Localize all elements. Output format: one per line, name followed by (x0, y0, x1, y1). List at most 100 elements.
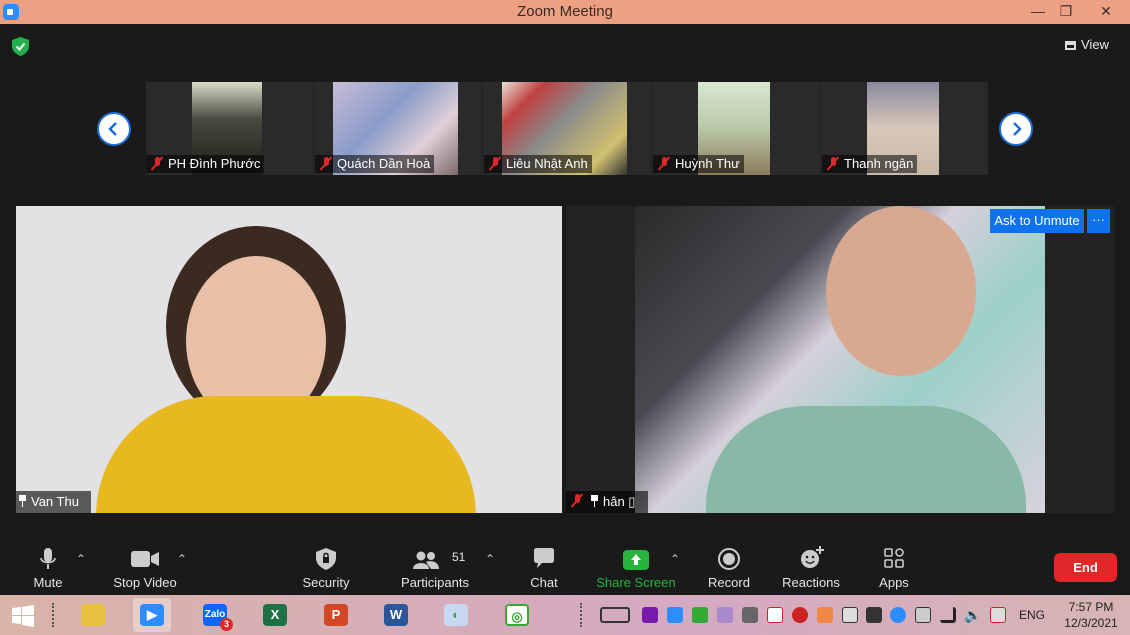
grid-icon (1065, 41, 1076, 50)
chevron-left-icon (108, 122, 117, 136)
restore-button[interactable]: ❐ (1048, 0, 1084, 24)
zoom-tray-icon[interactable] (667, 607, 683, 623)
ask-to-unmute-button[interactable]: Ask to Unmute (990, 209, 1084, 233)
clock-time: 7:57 PM (1068, 600, 1114, 614)
zoom-app[interactable]: ▶ (133, 598, 171, 632)
browser-icon: ◎ (505, 604, 529, 626)
paint-app[interactable]: ◐ (437, 598, 475, 632)
app-tray-icon[interactable] (866, 607, 882, 623)
word-app[interactable]: W (377, 598, 415, 632)
app-tray-icon[interactable] (890, 607, 906, 623)
app-tray-icon[interactable] (792, 607, 808, 623)
app-tray-icon[interactable] (692, 607, 708, 623)
chat-button[interactable]: Chat (520, 538, 568, 595)
participant-name-label: Quách Dần Hoà (315, 155, 435, 173)
pin-icon (590, 495, 599, 507)
microphone-icon (40, 548, 56, 569)
meeting-toolbar: Mute ⌃ Stop Video ⌃ Security 51 Particip… (0, 538, 1130, 595)
mic-muted-icon (828, 157, 838, 171)
mic-muted-icon (659, 157, 669, 171)
participant-name-label: hân ▯ (566, 491, 648, 513)
pin-icon (18, 495, 27, 507)
chevron-right-icon (1013, 122, 1022, 136)
security-button[interactable]: Security (296, 538, 356, 595)
participant-thumb[interactable]: Thanh ngân (822, 82, 988, 175)
vivaldi-icon[interactable] (767, 607, 783, 623)
notification-badge: 3 (220, 618, 233, 631)
windows-start-icon[interactable] (12, 605, 34, 627)
share-screen-icon (623, 550, 649, 570)
zoom-icon: ▶ (140, 604, 164, 626)
keyboard-icon[interactable] (600, 607, 630, 623)
chat-bubble-icon (534, 548, 554, 568)
participants-icon (413, 551, 439, 569)
video-options-caret[interactable]: ⌃ (177, 552, 187, 566)
end-meeting-button[interactable]: End (1054, 553, 1117, 582)
excel-app[interactable]: X (256, 598, 294, 632)
participant-thumb[interactable]: Liêu Nhật Anh (484, 82, 650, 175)
taskbar-gripper (52, 603, 58, 627)
apps-button[interactable]: Apps (873, 538, 915, 595)
apps-icon (884, 548, 904, 568)
participant-face (826, 206, 976, 376)
participant-name-label: Thanh ngân (822, 155, 918, 173)
windows-taskbar: ▶ Zalo 3 X P W ◐ ◎ 🔈 ENG 7:57 PM 12/3/202… (0, 595, 1130, 635)
language-indicator[interactable]: ENG (1019, 608, 1045, 622)
display-icon[interactable] (915, 607, 931, 623)
share-options-caret[interactable]: ⌃ (670, 552, 680, 566)
app-tray-icon[interactable] (717, 607, 733, 623)
next-page-button[interactable] (999, 112, 1033, 146)
mic-muted-icon (572, 494, 582, 508)
video-camera-icon (131, 551, 159, 567)
wifi-icon[interactable] (940, 607, 956, 623)
zalo-app[interactable]: Zalo 3 (196, 598, 234, 632)
prev-page-button[interactable] (97, 112, 131, 146)
window-title: Zoom Meeting (517, 3, 613, 20)
record-icon (718, 548, 740, 570)
mic-muted-icon (152, 157, 162, 171)
powerpoint-app[interactable]: P (317, 598, 355, 632)
system-clock[interactable]: 7:57 PM 12/3/2021 (1052, 599, 1130, 631)
participants-count: 51 (452, 550, 466, 564)
word-icon: W (384, 604, 408, 626)
gallery-strip: PH Đình Phước Quách Dần Hoà Liêu Nhật An… (146, 82, 988, 175)
browser-app[interactable]: ◎ (498, 598, 536, 632)
reactions-button[interactable]: Reactions (780, 538, 842, 595)
participant-thumb[interactable]: Quách Dần Hoà (315, 82, 481, 175)
app-tray-icon[interactable] (742, 607, 758, 623)
participant-thumb[interactable]: PH Đình Phước (146, 82, 312, 175)
shield-icon (316, 548, 336, 570)
app-tray-icon[interactable] (817, 607, 833, 623)
participant-name-label: Van Thu (16, 491, 91, 513)
clock-date: 12/3/2021 (1064, 616, 1118, 630)
battery-icon[interactable] (842, 607, 858, 623)
participant-tile-main[interactable]: hân ▯ (566, 206, 1114, 513)
participant-shirt (96, 396, 476, 513)
participant-name-label: Huỳnh Thư (653, 155, 744, 173)
view-button[interactable]: View (1065, 34, 1120, 56)
onenote-icon[interactable] (642, 607, 658, 623)
mic-muted-icon (490, 157, 500, 171)
audio-options-caret[interactable]: ⌃ (76, 552, 86, 566)
taskbar-gripper (580, 603, 586, 627)
volume-icon[interactable]: 🔈 (964, 607, 981, 623)
share-screen-button[interactable]: Share Screen (596, 538, 676, 595)
excel-icon: X (263, 604, 287, 626)
mute-button[interactable]: Mute (20, 538, 76, 595)
network-icon[interactable] (990, 607, 1006, 623)
palette-icon: ◐ (444, 604, 468, 626)
more-options-button[interactable]: ··· (1087, 209, 1110, 233)
record-button[interactable]: Record (703, 538, 755, 595)
participants-button[interactable]: 51 Participants (398, 538, 472, 595)
close-button[interactable]: ✕ (1086, 0, 1126, 24)
participants-options-caret[interactable]: ⌃ (485, 552, 495, 566)
stop-video-button[interactable]: Stop Video (106, 538, 184, 595)
powerpoint-icon: P (324, 604, 348, 626)
encryption-shield-icon[interactable] (12, 37, 29, 56)
participant-thumb[interactable]: Huỳnh Thư (653, 82, 819, 175)
participant-name-label: Liêu Nhật Anh (484, 155, 592, 173)
participant-shirt (706, 406, 1026, 513)
participant-name-label: PH Đình Phước (146, 155, 265, 173)
participant-tile-main[interactable]: Van Thu (16, 206, 562, 513)
file-explorer-app[interactable] (74, 598, 112, 632)
